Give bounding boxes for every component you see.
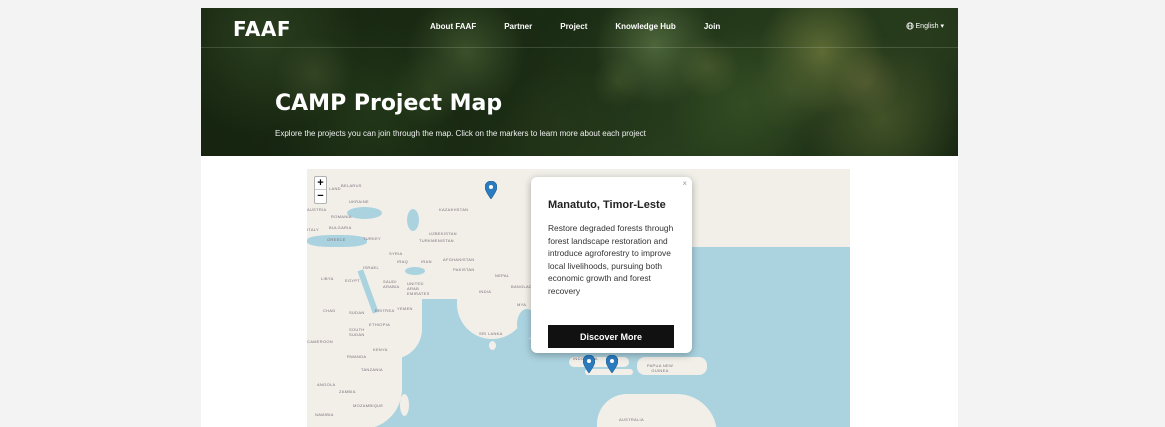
label-angola: ANGOLA: [317, 382, 336, 387]
label-ukraine: UKRAINE: [349, 199, 369, 204]
language-selector[interactable]: English ▾: [905, 22, 944, 30]
label-tanzania: TANZANIA: [361, 367, 383, 372]
zoom-control: + −: [314, 176, 327, 204]
nav-knowledge-hub[interactable]: Knowledge Hub: [615, 22, 675, 31]
label-sudan: SUDAN: [349, 310, 365, 315]
label-namibia: NAMIBIA: [315, 412, 334, 417]
label-uzbekistan: UZBEKISTAN: [429, 231, 457, 236]
label-myanmar: MYA: [517, 302, 527, 307]
close-icon[interactable]: ×: [682, 179, 687, 188]
label-cameroon: CAMEROON: [307, 339, 333, 344]
label-zambia: ZAMBIA: [339, 389, 356, 394]
project-map[interactable]: BELARUS UKRAINE ROMANIA BULGARIA GREECE …: [307, 169, 850, 427]
land-australia: [597, 394, 717, 427]
label-south-sudan: SOUTH SUDAN: [349, 327, 365, 337]
zoom-in-button[interactable]: +: [315, 177, 326, 190]
label-mozambique: MOZAMBIQUE: [353, 403, 384, 408]
top-navigation: FAAF About FAAF Partner Project Knowledg…: [201, 8, 958, 48]
label-yemen: YEMEN: [397, 306, 413, 311]
globe-icon: [905, 22, 914, 30]
label-iraq: IRAQ: [397, 259, 408, 264]
caret-down-icon: ▾: [940, 23, 944, 30]
label-kazakhstan: KAZAKHSTAN: [439, 207, 469, 212]
label-kenya: KENYA: [373, 347, 388, 352]
label-ethiopia: ETHIOPIA: [369, 322, 391, 327]
label-afghanistan: AFGHANISTAN: [443, 257, 475, 262]
page-title: CAMP Project Map: [275, 91, 503, 116]
land-sri-lanka: [489, 341, 496, 350]
label-uae: UNITED ARAB EMIRATES: [407, 281, 430, 296]
nav-links: About FAAF Partner Project Knowledge Hub…: [430, 22, 748, 31]
label-iran: IRAN: [421, 259, 432, 264]
map-marker-icon[interactable]: [485, 181, 497, 199]
label-bulgaria: BULGARIA: [329, 225, 352, 230]
label-land: LAND: [329, 186, 341, 191]
label-sri-lanka: SRI LANKA: [479, 331, 503, 336]
zoom-out-button[interactable]: −: [315, 190, 326, 203]
discover-more-button[interactable]: Discover More: [548, 325, 674, 348]
label-saudi-arabia: SAUDI ARABIA: [383, 279, 400, 289]
popup-description: Restore degraded forests through forest …: [548, 223, 674, 296]
label-turkmenistan: TURKMENISTAN: [419, 238, 454, 243]
label-australia: AUSTRALIA: [619, 417, 644, 422]
hero-banner: FAAF About FAAF Partner Project Knowledg…: [201, 8, 958, 156]
label-pakistan: PAKISTAN: [453, 267, 475, 272]
nav-about-faaf[interactable]: About FAAF: [430, 22, 476, 31]
faaf-logo[interactable]: FAAF: [233, 17, 291, 41]
label-greece: GREECE: [327, 237, 346, 242]
label-libya: LIBYA: [321, 276, 334, 281]
land-caspian-sea: [407, 209, 419, 231]
label-egypt: EGYPT: [345, 278, 361, 283]
land-black-sea: [347, 207, 382, 219]
land-madagascar: [400, 394, 409, 416]
label-austria: AUSTRIA: [307, 207, 327, 212]
project-popup: × Manatuto, Timor-Leste Restore degraded…: [531, 177, 692, 353]
label-turkey: TURKEY: [363, 236, 382, 241]
label-romania: ROMANIA: [331, 214, 352, 219]
page-subtitle: Explore the projects you can join throug…: [275, 129, 646, 138]
label-israel: ISRAEL: [363, 265, 380, 270]
label-chad: CHAD: [323, 308, 336, 313]
land-persian-gulf: [405, 267, 425, 275]
label-nepal: NEPAL: [495, 273, 510, 278]
nav-project[interactable]: Project: [560, 22, 587, 31]
language-label: English: [915, 22, 939, 30]
label-syria: SYRIA: [389, 251, 403, 256]
label-india: INDIA: [479, 289, 492, 294]
popup-title: Manatuto, Timor-Leste: [548, 199, 666, 211]
label-belarus: BELARUS: [341, 183, 362, 188]
nav-partner[interactable]: Partner: [504, 22, 532, 31]
label-papua-new-guinea: PAPUA NEW GUINEA: [646, 363, 674, 373]
nav-join[interactable]: Join: [704, 22, 720, 31]
label-eritrea: ERITREA: [375, 308, 395, 313]
map-marker-icon[interactable]: [583, 355, 595, 373]
map-marker-icon[interactable]: [606, 355, 618, 373]
label-italy: ITALY: [307, 227, 320, 232]
page-container: FAAF About FAAF Partner Project Knowledg…: [201, 8, 958, 427]
label-rwanda: RWANDA: [347, 354, 367, 359]
